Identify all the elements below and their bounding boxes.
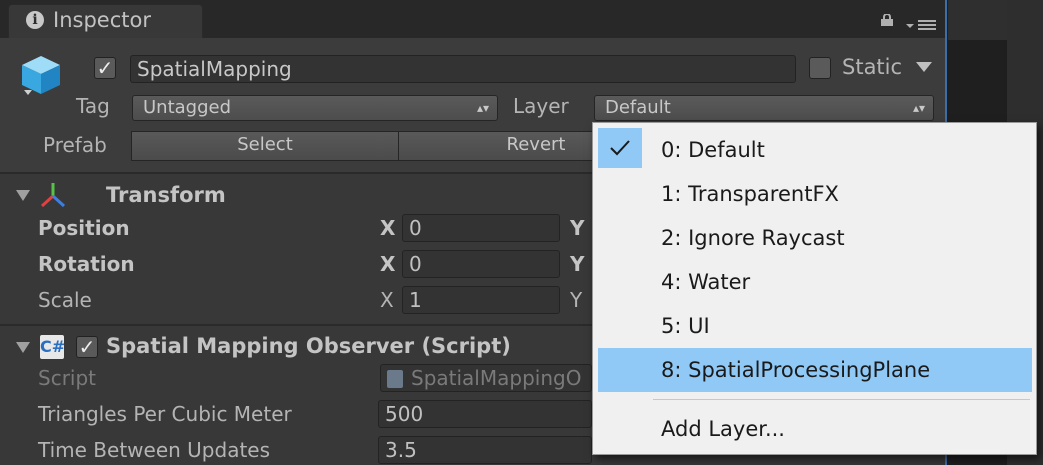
layer-label: Layer xyxy=(513,94,569,118)
layer-option-label: 2: Ignore Raycast xyxy=(661,226,845,250)
position-y-label[interactable]: Y xyxy=(570,216,584,240)
panel-menu-icon[interactable] xyxy=(906,16,938,32)
scale-label: Scale xyxy=(38,288,92,312)
layer-dropdown[interactable]: Default ▴▾ xyxy=(594,95,934,121)
layer-option-label: 5: UI xyxy=(661,314,710,338)
triangles-label: Triangles Per Cubic Meter xyxy=(38,402,292,426)
transform-title: Transform xyxy=(106,183,226,207)
info-icon: i xyxy=(26,11,44,29)
script-file-icon xyxy=(387,370,403,388)
script-label: Script xyxy=(38,366,97,390)
position-x-input[interactable]: 0 xyxy=(402,214,560,242)
object-name-input[interactable]: SpatialMapping xyxy=(130,55,796,83)
layer-option-label: 0: Default xyxy=(661,138,765,162)
rotation-x-input[interactable]: 0 xyxy=(402,250,560,278)
layer-option-ui[interactable]: 5: UI xyxy=(598,304,1032,348)
menu-separator xyxy=(653,399,1030,400)
lock-icon[interactable] xyxy=(880,14,894,26)
position-x-label[interactable]: X xyxy=(380,216,395,240)
layer-value: Default xyxy=(605,97,671,118)
tag-label: Tag xyxy=(76,94,110,118)
static-dropdown-icon[interactable] xyxy=(916,62,932,72)
scale-x-label[interactable]: X xyxy=(380,288,394,312)
script-enabled-checkbox[interactable]: ✓ xyxy=(76,336,98,358)
scale-x-input[interactable]: 1 xyxy=(402,286,560,314)
transform-axes-icon xyxy=(40,183,66,208)
script-object-field[interactable]: SpatialMappingO xyxy=(380,364,592,392)
script-component-title: Spatial Mapping Observer (Script) xyxy=(106,334,511,358)
csharp-script-icon: C# xyxy=(40,335,65,359)
layer-option-label: 4: Water xyxy=(661,270,751,294)
add-layer-label: Add Layer... xyxy=(661,417,785,441)
tab-inspector-label: Inspector xyxy=(53,8,151,32)
updown-arrows-icon: ▴▾ xyxy=(912,101,925,115)
active-checkbox[interactable]: ✓ xyxy=(94,57,116,79)
static-checkbox[interactable] xyxy=(809,57,831,79)
foldout-arrow-icon[interactable] xyxy=(16,342,30,353)
layer-dropdown-menu: 0: Default 1: TransparentFX 2: Ignore Ra… xyxy=(592,122,1037,455)
layer-option-default[interactable]: 0: Default xyxy=(598,128,1032,172)
updown-arrows-icon: ▴▾ xyxy=(476,101,489,115)
gameobject-cube-icon xyxy=(22,56,60,95)
time-input[interactable]: 3.5 xyxy=(378,436,592,464)
time-label: Time Between Updates xyxy=(38,438,271,462)
position-label: Position xyxy=(38,216,130,240)
tag-dropdown[interactable]: Untagged ▴▾ xyxy=(132,95,498,121)
layer-option-ignore-raycast[interactable]: 2: Ignore Raycast xyxy=(598,216,1032,260)
scene-panel-tabstrip xyxy=(948,0,1008,40)
layer-option-label: 1: TransparentFX xyxy=(661,182,839,206)
rotation-label: Rotation xyxy=(38,252,135,276)
scale-y-label[interactable]: Y xyxy=(570,288,582,312)
add-layer-option[interactable]: Add Layer... xyxy=(598,407,1032,451)
prefab-label: Prefab xyxy=(43,133,107,157)
script-value: SpatialMappingO xyxy=(411,366,582,390)
layer-option-label: 8: SpatialProcessingPlane xyxy=(661,358,931,382)
prefab-select-button[interactable]: Select xyxy=(131,131,399,161)
layer-option-spatialprocessingplane[interactable]: 8: SpatialProcessingPlane xyxy=(598,348,1032,392)
static-label: Static xyxy=(842,55,903,79)
layer-option-water[interactable]: 4: Water xyxy=(598,260,1032,304)
layer-option-transparentfx[interactable]: 1: TransparentFX xyxy=(598,172,1032,216)
rotation-y-label[interactable]: Y xyxy=(570,252,584,276)
triangles-input[interactable]: 500 xyxy=(378,400,592,428)
rotation-x-label[interactable]: X xyxy=(380,252,395,276)
foldout-arrow-icon[interactable] xyxy=(16,190,30,201)
tag-value: Untagged xyxy=(143,97,232,118)
